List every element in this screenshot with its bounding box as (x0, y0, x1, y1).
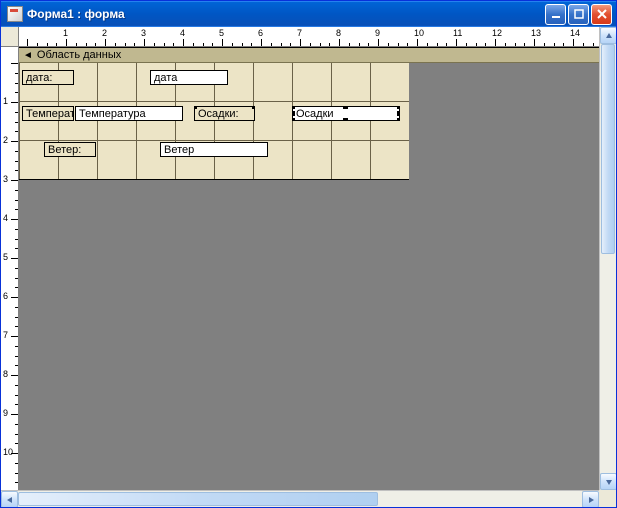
horizontal-scrollbar[interactable] (1, 490, 599, 507)
titlebar[interactable]: Форма1 : форма (1, 1, 616, 27)
scroll-down-button[interactable] (600, 473, 616, 490)
precip-label[interactable]: Осадки: (194, 106, 255, 121)
h-scroll-track[interactable] (18, 491, 582, 507)
h-scroll-thumb[interactable] (18, 492, 378, 506)
design-canvas[interactable]: ◄ Область данных дата: дата Температ Тем… (19, 47, 599, 490)
detail-section-header[interactable]: ◄ Область данных (19, 47, 599, 63)
client-area: 1234567891011121314 12345678910 ◄ Област… (1, 27, 616, 507)
precip-field[interactable]: Осадки (292, 106, 400, 121)
temperature-field[interactable]: Температура (75, 106, 183, 121)
close-button[interactable] (591, 4, 612, 25)
detail-section-body[interactable]: дата: дата Температ Температура Осадки: … (19, 63, 409, 180)
wind-label[interactable]: Ветер: (44, 142, 96, 157)
v-scroll-thumb[interactable] (601, 44, 615, 254)
scroll-right-button[interactable] (582, 491, 599, 507)
date-label[interactable]: дата: (22, 70, 74, 85)
temperature-label[interactable]: Температ (22, 106, 74, 121)
v-scroll-track[interactable] (600, 44, 616, 473)
maximize-button[interactable] (568, 4, 589, 25)
form-icon (7, 6, 23, 22)
horizontal-ruler[interactable]: 1234567891011121314 (19, 27, 599, 47)
scrollbar-corner (599, 490, 616, 507)
scroll-up-button[interactable] (600, 27, 616, 44)
ruler-corner-selector[interactable] (1, 27, 19, 47)
section-arrow-icon: ◄ (23, 50, 33, 61)
minimize-button[interactable] (545, 4, 566, 25)
form-designer-window: Форма1 : форма 1234567891011121314 12345… (0, 0, 617, 508)
date-field[interactable]: дата (150, 70, 228, 85)
section-title: Область данных (37, 49, 121, 61)
wind-field[interactable]: Ветер (160, 142, 268, 157)
window-title: Форма1 : форма (27, 7, 545, 21)
vertical-scrollbar[interactable] (599, 27, 616, 490)
scroll-left-button[interactable] (1, 491, 18, 507)
vertical-ruler[interactable]: 12345678910 (1, 47, 19, 490)
